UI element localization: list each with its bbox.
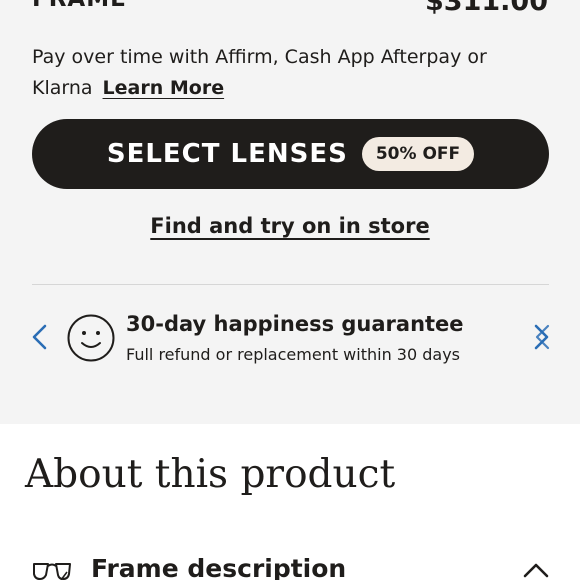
payment-options-text: Pay over time with Affirm, Cash App Afte… (32, 42, 552, 104)
glasses-icon (33, 563, 71, 580)
learn-more-link[interactable]: Learn More (103, 77, 225, 99)
frame-price: $311.00 (425, 0, 548, 17)
chevron-right-icon[interactable] (528, 320, 556, 354)
frame-description-accordion[interactable]: Frame description (0, 548, 580, 580)
frame-price-row: FRAME $311.00 (32, 0, 548, 17)
chevron-up-icon[interactable] (522, 562, 550, 578)
guarantee-subtitle: Full refund or replacement within 30 day… (126, 345, 460, 364)
divider (32, 284, 549, 285)
frame-label: FRAME (32, 0, 127, 12)
about-product-title: About this product (25, 452, 396, 497)
chevron-left-icon[interactable] (28, 320, 52, 354)
guarantee-carousel: 30-day happiness guarantee Full refund o… (0, 300, 580, 380)
select-lenses-label: SELECT LENSES (106, 139, 348, 169)
purchase-panel: FRAME $311.00 Pay over time with Affirm,… (0, 0, 580, 424)
guarantee-title: 30-day happiness guarantee (126, 312, 464, 336)
discount-badge: 50% OFF (361, 137, 475, 171)
frame-description-label: Frame description (91, 554, 347, 580)
smiley-icon (67, 314, 115, 362)
find-in-store-row: Find and try on in store (0, 214, 580, 238)
payment-options-label: Pay over time with Affirm, Cash App Afte… (32, 46, 487, 99)
select-lenses-button[interactable]: SELECT LENSES 50% OFF (32, 119, 549, 189)
find-in-store-link[interactable]: Find and try on in store (150, 214, 429, 238)
